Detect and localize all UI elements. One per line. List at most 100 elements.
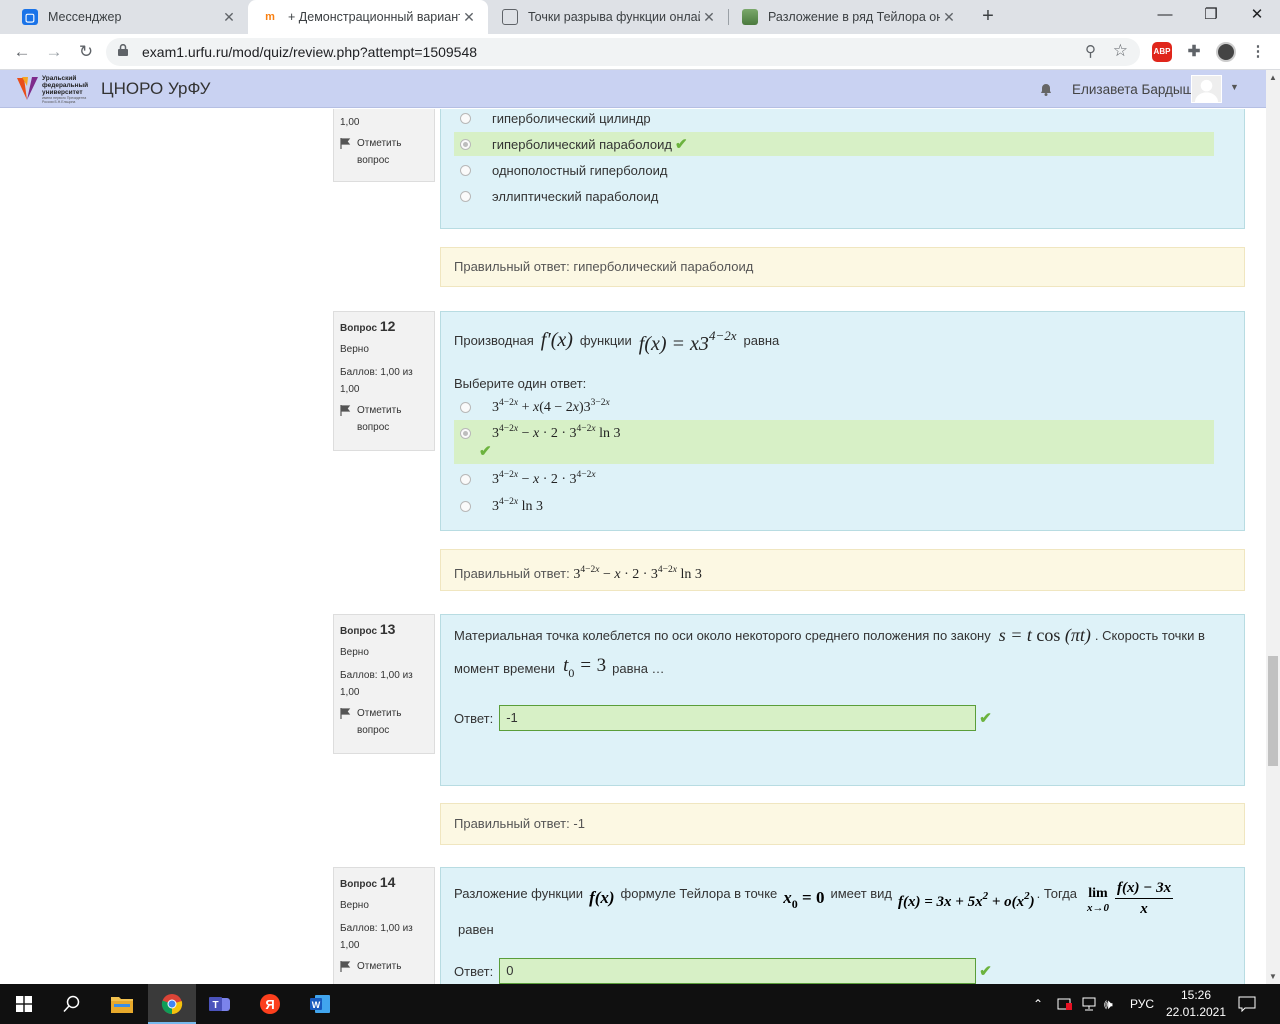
notifications-bell-icon[interactable] xyxy=(1038,81,1054,97)
question-score: Баллов: 1,00 из 1,00 xyxy=(340,367,413,395)
answer-input[interactable]: -1 xyxy=(499,705,977,731)
radio-button-selected[interactable] xyxy=(460,138,471,150)
word-icon: W xyxy=(310,995,330,1013)
scrollbar-thumb[interactable] xyxy=(1268,656,1278,766)
zoom-icon[interactable]: ⚲ xyxy=(1085,42,1096,60)
radio-button[interactable] xyxy=(460,164,471,176)
question-score: Баллов: 1,00 из 1,00 xyxy=(340,923,413,951)
flag-question-button[interactable]: Отметить xyxy=(340,958,428,975)
radio-button-selected[interactable] xyxy=(460,428,471,439)
option-label: эллиптический параболоид xyxy=(492,188,659,204)
system-clock[interactable]: 15:26 22.01.2021 xyxy=(1160,987,1232,1021)
profile-avatar[interactable] xyxy=(1216,42,1236,62)
restore-button[interactable]: ❐ xyxy=(1188,0,1234,32)
radio-button[interactable] xyxy=(460,190,471,202)
volume-icon[interactable]: 🕪 xyxy=(1104,984,1113,1024)
tab-quiz[interactable]: m + Демонстрационный вариант ✕ xyxy=(248,0,488,34)
check-mark-icon: ✔ xyxy=(979,963,992,980)
tray-overflow-icon[interactable]: ⌃ xyxy=(1033,984,1043,1024)
scroll-down-icon[interactable]: ▼ xyxy=(1269,972,1277,981)
messenger-icon: ▢ xyxy=(22,9,38,25)
close-tab-icon[interactable]: ✕ xyxy=(700,9,718,26)
answer-option-correct[interactable]: гиперболический параболоид ✔ xyxy=(454,132,1214,156)
radio-button[interactable] xyxy=(460,112,471,124)
math-taylor: f(x) = 3x + 5x2 + o(x2) xyxy=(898,890,1035,910)
answer-option-correct[interactable]: 34−2x − x · 2 · 34−2x ln 3 ✔ xyxy=(454,420,1214,464)
word-button[interactable]: W xyxy=(296,984,344,1024)
input-language[interactable]: РУС xyxy=(1130,984,1154,1024)
user-menu-caret-icon[interactable]: ▼ xyxy=(1230,82,1239,92)
question-number: 12 xyxy=(379,318,396,334)
tab-title: Точки разрыва функции онлайн xyxy=(528,10,700,24)
answer-option[interactable]: 34−2x ln 3 xyxy=(454,494,1214,518)
browser-menu-icon[interactable]: ⋮ xyxy=(1248,42,1268,62)
address-bar[interactable]: exam1.urfu.ru/mod/quiz/review.php?attemp… xyxy=(106,38,1140,66)
question-label: Вопрос xyxy=(340,879,378,890)
answer-row: Ответ: 0 ✔ xyxy=(454,958,992,984)
teams-button[interactable]: T xyxy=(196,984,244,1024)
answer-option[interactable]: эллиптический параболоид xyxy=(454,184,1214,208)
scroll-up-icon[interactable]: ▲ xyxy=(1269,73,1277,82)
answer-input[interactable]: 0 xyxy=(499,958,977,984)
answer-option[interactable]: 34−2x − x · 2 · 34−2x xyxy=(454,467,1214,491)
adblock-icon[interactable]: ABP xyxy=(1152,42,1172,62)
network-icon[interactable] xyxy=(1081,984,1097,1024)
folder-icon xyxy=(111,997,133,1013)
reload-icon[interactable]: ↻ xyxy=(74,40,98,64)
question-score: 1,00 xyxy=(340,117,360,128)
new-tab-button[interactable]: + xyxy=(976,5,1000,29)
answer-option[interactable]: 34−2x + x(4 − 2x)33−2x xyxy=(454,395,1214,419)
tray-app-icon[interactable] xyxy=(1057,984,1073,1024)
forward-icon[interactable]: → xyxy=(42,40,66,64)
close-tab-icon[interactable]: ✕ xyxy=(460,9,478,26)
back-icon[interactable]: ← xyxy=(10,40,34,64)
file-explorer-button[interactable] xyxy=(98,984,146,1024)
radio-button[interactable] xyxy=(460,500,471,512)
minimize-button[interactable]: — xyxy=(1142,0,1188,32)
urfu-logo-mark xyxy=(17,77,38,100)
urfu-logo[interactable]: Уральский федеральный университет имени … xyxy=(16,74,92,104)
flag-icon xyxy=(340,961,351,972)
site-name[interactable]: ЦНОРО УрФУ xyxy=(101,79,210,99)
question-label: Вопрос xyxy=(340,323,378,334)
flag-question-button[interactable]: Отметить вопрос xyxy=(340,402,428,436)
start-button[interactable] xyxy=(0,984,48,1024)
tab-title: Мессенджер xyxy=(48,10,122,24)
yandex-browser-button[interactable]: Я xyxy=(246,984,294,1024)
close-tab-icon[interactable]: ✕ xyxy=(940,9,958,26)
flag-icon xyxy=(340,708,351,719)
notification-center-icon[interactable] xyxy=(1238,984,1256,1024)
svg-text:Я: Я xyxy=(265,997,274,1012)
question-12-feedback: Правильный ответ: 34−2x − x · 2 · 34−2x … xyxy=(440,549,1245,591)
radio-button[interactable] xyxy=(460,401,471,413)
site-favicon-icon xyxy=(742,9,758,25)
check-mark-icon: ✔ xyxy=(675,136,688,153)
tab-messenger[interactable]: ▢ Мессенджер ✕ xyxy=(8,0,248,34)
close-tab-icon[interactable]: ✕ xyxy=(220,9,238,26)
flag-icon xyxy=(340,138,351,149)
answer-option[interactable]: гиперболический цилиндр xyxy=(454,109,1214,130)
extensions-puzzle-icon[interactable]: ✚ xyxy=(1184,42,1204,62)
question-12-content: Производная f′(x) функции f(x) = x34−2x … xyxy=(440,311,1245,531)
tab-taylor[interactable]: Разложение в ряд Тейлора онлайн ✕ xyxy=(728,0,968,34)
question-12-info: Вопрос 12 Верно Баллов: 1,00 из 1,00 Отме… xyxy=(333,311,435,451)
question-14-info: Вопрос 14 Верно Баллов: 1,00 из 1,00 Отме… xyxy=(333,867,435,984)
flag-question-button[interactable]: Отметить вопрос xyxy=(340,135,428,169)
search-button[interactable] xyxy=(48,984,96,1024)
question-13-info: Вопрос 13 Верно Баллов: 1,00 из 1,00 Отме… xyxy=(333,614,435,754)
radio-button[interactable] xyxy=(460,473,471,485)
user-avatar-icon xyxy=(1194,79,1219,102)
user-avatar[interactable] xyxy=(1191,75,1222,103)
bookmark-star-icon[interactable]: ☆ xyxy=(1113,41,1128,61)
close-window-button[interactable]: ✕ xyxy=(1234,0,1280,32)
user-name[interactable]: Елизавета Бардыш xyxy=(1072,82,1193,97)
answer-option[interactable]: однополостный гиперболоид xyxy=(454,158,1214,182)
flag-question-button[interactable]: Отметить вопрос xyxy=(340,705,428,739)
tab-discontinuity[interactable]: Точки разрыва функции онлайн ✕ xyxy=(488,0,728,34)
page-scrollbar[interactable]: ▲ ▼ xyxy=(1266,70,1280,984)
chrome-taskbar-button[interactable] xyxy=(148,984,196,1024)
teams-icon: T xyxy=(209,997,230,1011)
tab-title: Разложение в ряд Тейлора онлайн xyxy=(768,10,940,24)
math-limit: lim x→0 xyxy=(1087,886,1110,914)
question-11-content: гиперболический цилиндр гиперболический … xyxy=(440,109,1245,229)
